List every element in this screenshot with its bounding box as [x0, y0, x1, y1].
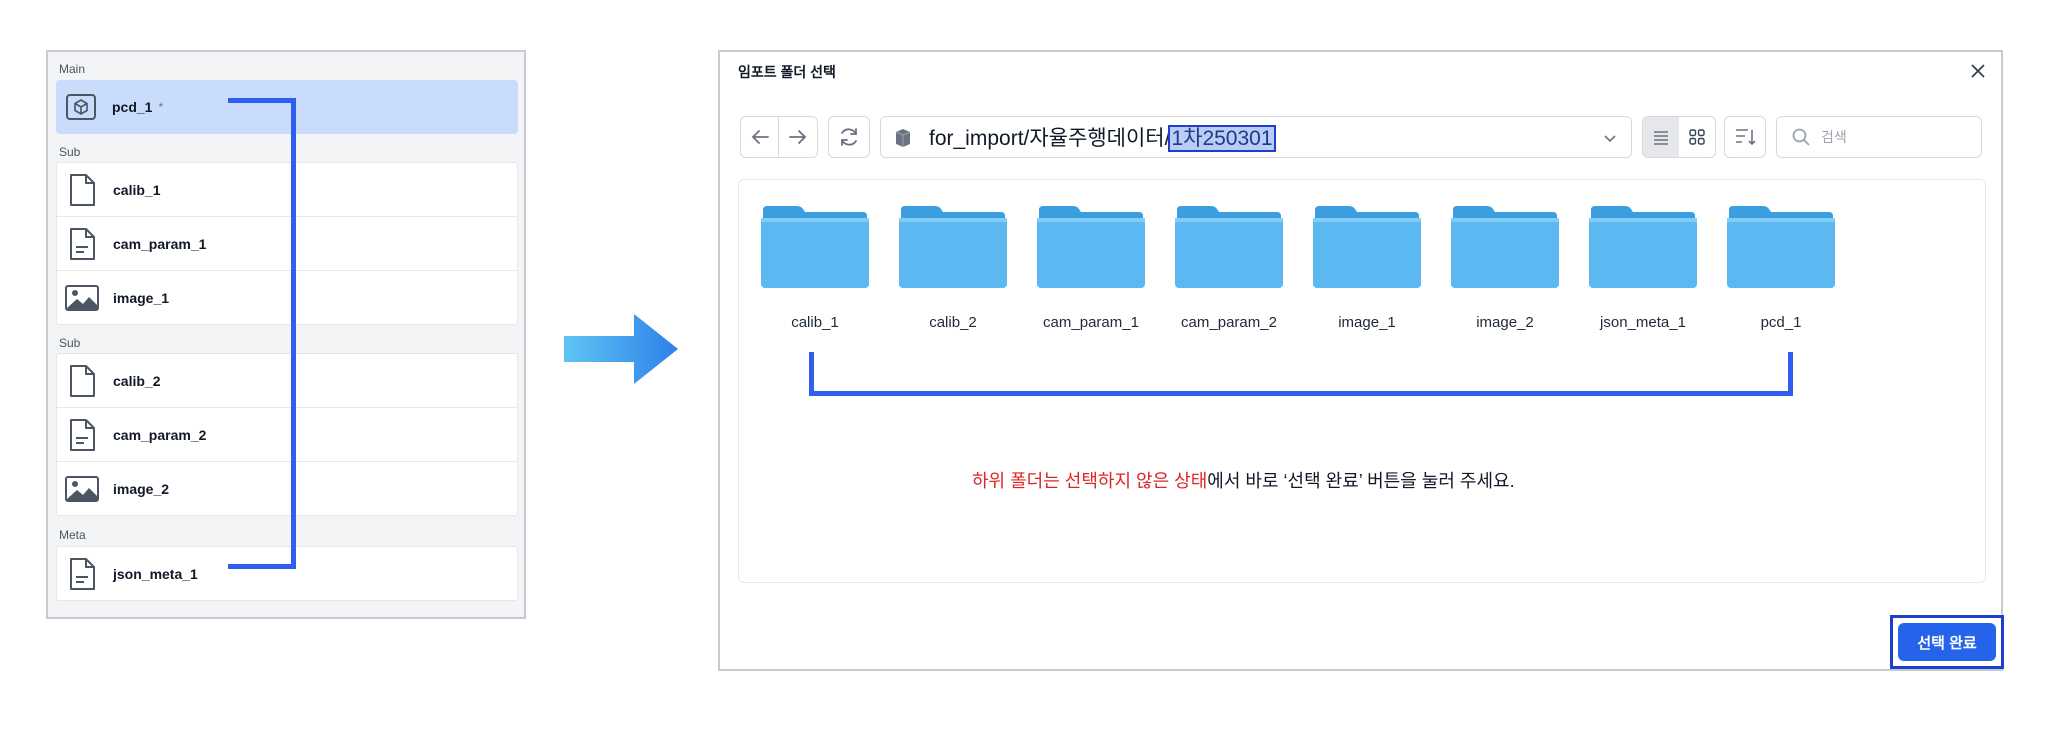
arrow-right-small-icon: [789, 130, 807, 144]
folder-name: cam_param_2: [1181, 314, 1277, 331]
instruction-note: 하위 폴더는 선택하지 않은 상태에서 바로 ‘선택 완료’ 버튼을 눌러 주세…: [972, 467, 1515, 493]
arrow-left-icon: [751, 130, 769, 144]
refresh-icon: [841, 128, 857, 146]
folder-name: image_2: [1476, 314, 1534, 331]
folder-icon: [1451, 206, 1559, 288]
note-text: 에서 바로 ‘선택 완료’ 버튼을 눌러 주세요.: [1207, 471, 1515, 491]
file-icon: [65, 364, 99, 398]
tree-item-label: pcd_1: [112, 99, 153, 115]
folder-name: json_meta_1: [1600, 314, 1686, 331]
folder-icon: [899, 206, 1007, 288]
sub-group-1: calib_1 cam_param_1 image_1: [56, 162, 518, 325]
tree-item-pcd-1[interactable]: pcd_1 *: [56, 80, 518, 134]
sub-group-2: calib_2 cam_param_2 image_2: [56, 353, 518, 516]
file-text-icon: [65, 227, 99, 261]
path-selector[interactable]: for_import/자율주행데이터/1차250301: [880, 116, 1632, 158]
folder-name: pcd_1: [1760, 314, 1802, 331]
search-icon: [1791, 127, 1811, 147]
folder-name: image_1: [1338, 314, 1396, 331]
folder-item[interactable]: image_2: [1449, 204, 1561, 344]
file-icon: [65, 173, 99, 207]
done-button[interactable]: 선택 완료: [1898, 623, 1996, 661]
tree-item-cam-param-2[interactable]: cam_param_2: [57, 408, 517, 462]
section-label-meta: Meta: [59, 528, 86, 542]
folder-name: calib_1: [791, 314, 839, 331]
bracket-top: [228, 98, 296, 103]
list-icon: [1654, 131, 1668, 145]
file-text-icon: [65, 557, 99, 591]
bracket-left: [809, 352, 814, 396]
folder-icon: [1727, 206, 1835, 288]
tree-item-image-2[interactable]: image_2: [57, 462, 517, 516]
import-folder-dialog: 임포트 폴더 선택 for_import/자율주행데이터/1차250301 검색…: [718, 50, 2004, 671]
folder-item[interactable]: cam_param_2: [1173, 204, 1285, 344]
tree-item-label: cam_param_2: [113, 426, 207, 443]
folder-item[interactable]: calib_1: [759, 204, 871, 344]
grid-view-button[interactable]: [1679, 117, 1715, 157]
folder-item[interactable]: pcd_1: [1725, 204, 1837, 344]
folder-icon: [1313, 206, 1421, 288]
chevron-down-icon: [1603, 131, 1617, 149]
refresh-button[interactable]: [828, 116, 870, 158]
forward-button[interactable]: [779, 117, 817, 157]
done-button-highlight: 선택 완료: [1890, 615, 2004, 669]
bracket-bottom: [228, 564, 296, 569]
folder-grid: calib_1 calib_2 cam_param_1 cam_param_2 …: [738, 179, 1986, 583]
dialog-title: 임포트 폴더 선택: [738, 64, 836, 80]
tree-item-label: calib_1: [113, 181, 161, 198]
path-prefix: for_import/자율주행데이터/: [929, 127, 1171, 150]
modified-marker: *: [158, 100, 164, 114]
tree-item-label: image_1: [113, 290, 170, 306]
tree-item-label: cam_param_1: [113, 235, 207, 252]
cube-icon: [64, 90, 98, 124]
search-placeholder: 검색: [1821, 129, 1847, 145]
grid-icon: [1689, 129, 1705, 145]
folder-item[interactable]: cam_param_1: [1035, 204, 1147, 344]
nav-button-group: [740, 116, 818, 158]
bracket-vertical: [291, 98, 296, 569]
close-button[interactable]: [1967, 60, 1989, 82]
bracket-right: [1788, 352, 1793, 396]
sort-icon: [1736, 129, 1756, 146]
folder-name: cam_param_1: [1043, 314, 1139, 331]
section-label-sub: Sub: [59, 145, 81, 159]
sort-button[interactable]: [1724, 116, 1766, 158]
folder-icon: [761, 206, 869, 288]
section-label-main: Main: [59, 62, 86, 76]
image-icon: [65, 281, 99, 315]
storage-icon: [895, 128, 911, 153]
arrow-right-icon: [562, 312, 680, 391]
path-selected-segment: 1차250301: [1168, 125, 1276, 152]
bracket-bottom-horizontal: [809, 391, 1793, 396]
search-input[interactable]: 검색: [1776, 116, 1982, 158]
folder-item[interactable]: json_meta_1: [1587, 204, 1699, 344]
folder-item[interactable]: image_1: [1311, 204, 1423, 344]
note-highlight: 하위 폴더는 선택하지 않은 상태: [972, 471, 1208, 491]
file-text-icon: [65, 418, 99, 452]
back-button[interactable]: [741, 117, 779, 157]
folder-item[interactable]: calib_2: [897, 204, 1009, 344]
tree-item-json-meta-1[interactable]: json_meta_1: [57, 547, 517, 601]
folder-icon: [1037, 206, 1145, 288]
tree-item-cam-param-1[interactable]: cam_param_1: [57, 217, 517, 271]
tree-item-label: calib_2: [113, 372, 161, 389]
file-tree-panel: Main pcd_1 * Sub calib_1 cam_param_1 ima…: [46, 50, 526, 619]
list-view-button[interactable]: [1643, 117, 1679, 157]
section-label-sub: Sub: [59, 336, 81, 350]
tree-item-label: image_2: [113, 481, 170, 497]
folder-icon: [1175, 206, 1283, 288]
view-mode-group: [1642, 116, 1716, 158]
close-icon: [1971, 64, 1985, 78]
tree-item-image-1[interactable]: image_1: [57, 271, 517, 325]
tree-item-calib-2[interactable]: calib_2: [57, 354, 517, 408]
meta-group: json_meta_1: [56, 546, 518, 601]
folder-icon: [1589, 206, 1697, 288]
image-icon: [65, 472, 99, 506]
path-text: for_import/자율주행데이터/1차250301: [929, 122, 1276, 152]
tree-item-calib-1[interactable]: calib_1: [57, 163, 517, 217]
folder-name: calib_2: [929, 314, 977, 331]
tree-item-label: json_meta_1: [113, 566, 198, 582]
